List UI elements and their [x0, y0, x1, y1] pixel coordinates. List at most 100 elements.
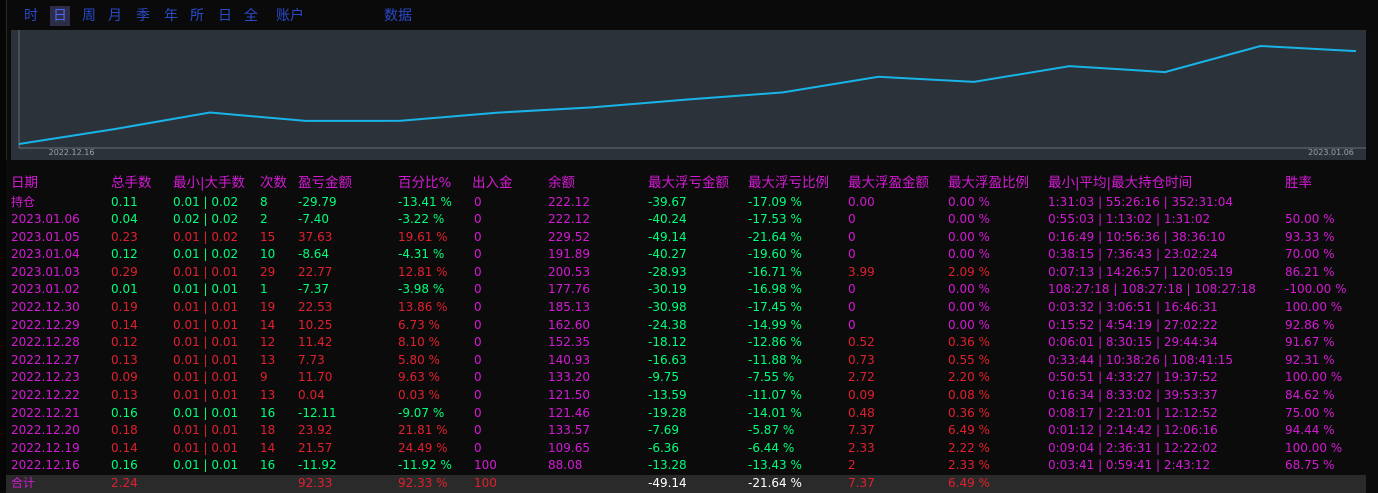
cell-win: 50.00 %: [1285, 212, 1335, 226]
cell-pct: -9.07 %: [398, 405, 445, 420]
cell-pnl: 11.42: [298, 335, 333, 350]
cell-pct: 5.80 %: [398, 352, 440, 367]
tab-month[interactable]: 月: [108, 6, 122, 26]
header-max-float-profit-ratio: 最大浮盈比例: [948, 175, 1029, 191]
table-row[interactable]: 2022.12.29 0.14 0.01 | 0.01 14 10.25 6.73 % 0 1…: [6, 317, 1366, 335]
header-deposit-withdraw: 出入金: [472, 175, 513, 191]
tab-date[interactable]: 日: [218, 6, 232, 26]
tab-account[interactable]: 账户: [276, 6, 304, 26]
table-row[interactable]: 2023.01.05 0.23 0.01 | 0.02 15 37.63 19.61 % 0…: [6, 229, 1366, 247]
cell-pct: 6.73 %: [398, 317, 440, 332]
tab-all-accounts[interactable]: 所: [190, 6, 204, 26]
table-row[interactable]: 2023.01.04 0.12 0.01 | 0.02 10 -8.64 -4.31 % 0…: [6, 246, 1366, 264]
cell-pnl: -29.79: [298, 194, 337, 209]
cell-maxfpp: 2.33 %: [948, 458, 990, 473]
cell-maxfpp: 0.36 %: [948, 335, 990, 350]
cell-io: 0: [474, 352, 482, 367]
header-max-float-loss-ratio: 最大浮亏比例: [748, 175, 829, 191]
table-row[interactable]: 2022.12.27 0.13 0.01 | 0.01 13 7.73 5.80 % 0 14…: [6, 352, 1366, 370]
right-edge: [1366, 30, 1378, 491]
cell-pnl: 10.25: [298, 317, 333, 332]
cell-maxddp: -5.87 %: [748, 423, 795, 438]
cell-maxfpp: 0.08 %: [948, 388, 990, 402]
table-row[interactable]: 2022.12.30 0.19 0.01 | 0.01 19 22.53 13.86 % 0…: [6, 299, 1366, 317]
cell-maxddp: -11.07 %: [748, 388, 802, 402]
cell-maxdd: -28.93: [648, 264, 687, 279]
cell-maxfp: 2.33: [848, 440, 875, 455]
cell-maxdd: -39.67: [648, 194, 687, 209]
cell-date: 2022.12.20: [11, 423, 80, 438]
cell-pnl: 11.70: [298, 370, 333, 385]
cell-date: 2023.01.06: [11, 212, 80, 226]
cell-maxdd: -19.28: [648, 405, 687, 420]
table-row-holding[interactable]: 持仓 0.11 0.01 | 0.02 8 -29.79 -13.41 % 0 …: [6, 194, 1366, 212]
cell-time: 0:08:17 | 2:21:01 | 12:12:52: [1048, 405, 1218, 420]
cell-pct: 19.61 %: [398, 229, 448, 244]
cell-maxddp: -17.09 %: [748, 194, 802, 209]
table-row[interactable]: 2023.01.02 0.01 0.01 | 0.01 1 -7.37 -3.98 % 0 1…: [6, 281, 1366, 299]
cell-maxfpp: 0.00 %: [948, 194, 990, 209]
cell-maxddp: -11.88 %: [748, 352, 802, 367]
tab-all[interactable]: 全: [244, 6, 258, 26]
cell-io: 0: [474, 423, 482, 438]
cell-pnl: -12.11: [298, 405, 337, 420]
cell-date: 2022.12.19: [11, 440, 80, 455]
cell-time: 0:16:34 | 8:33:02 | 39:53:37: [1048, 388, 1218, 402]
cell-lots: 0.29: [111, 264, 138, 279]
table-row[interactable]: 2022.12.23 0.09 0.01 | 0.01 9 11.70 9.63 % 0 13…: [6, 369, 1366, 387]
cell-maxfp: 0: [848, 229, 856, 244]
header-win-rate: 胜率: [1285, 175, 1312, 191]
cell-minmax: 0.01 | 0.01: [173, 282, 239, 297]
cell-bal: 121.46: [548, 405, 590, 420]
cell-io: 0: [474, 194, 482, 209]
header-count: 次数: [260, 175, 287, 191]
cell-lots: 0.16: [111, 405, 138, 420]
cell-maxdd: -30.98: [648, 300, 687, 314]
table-row[interactable]: 2022.12.28 0.12 0.01 | 0.01 12 11.42 8.10 % 0 1…: [6, 334, 1366, 352]
tab-year[interactable]: 年: [164, 6, 178, 26]
cell-lots: 0.12: [111, 247, 138, 262]
table-row[interactable]: 2022.12.20 0.18 0.01 | 0.01 18 23.92 21.81 % 0…: [6, 422, 1366, 440]
cell-io: 0: [474, 317, 482, 332]
cell-pnl: 23.92: [298, 423, 333, 438]
cell-count: 9: [260, 370, 268, 385]
cell-maxfpp: 2.09 %: [948, 264, 990, 279]
table-row[interactable]: 2022.12.19 0.14 0.01 | 0.01 14 21.57 24.49 % 0…: [6, 440, 1366, 458]
cell-time: 0:07:13 | 14:26:57 | 120:05:19: [1048, 264, 1234, 279]
tab-day[interactable]: 日: [50, 6, 70, 26]
cell-time: 0:03:32 | 3:06:51 | 16:46:31: [1048, 300, 1218, 314]
cell-lots: 0.13: [111, 352, 138, 367]
cell-minmax: 0.01 | 0.01: [173, 335, 239, 350]
cell-io: 100: [474, 458, 497, 473]
cell-lots: 0.16: [111, 458, 138, 473]
balance-chart-svg: 2022.12.16 2023.01.06: [18, 30, 1366, 157]
cell-maxdd: -18.12: [648, 335, 687, 350]
cell-count: 1: [260, 282, 268, 297]
cell-pnl: 22.53: [298, 300, 333, 314]
cell-maxfpp: 0.55 %: [948, 352, 990, 367]
cell-date: 2022.12.28: [11, 335, 80, 350]
table-row[interactable]: 2022.12.22 0.13 0.01 | 0.01 13 0.04 0.03 % 0 12…: [6, 387, 1366, 405]
tab-hour[interactable]: 时: [24, 6, 38, 26]
cell-maxfpp: 0.00 %: [948, 300, 990, 314]
table-row-total[interactable]: 合计 2.24 92.33 92.33 % 100 -49.14 -21.64 …: [6, 475, 1366, 493]
tab-data[interactable]: 数据: [384, 6, 412, 26]
cell-lots: 0.09: [111, 370, 138, 385]
tab-quarter[interactable]: 季: [136, 6, 150, 26]
cell-time: 0:15:52 | 4:54:19 | 27:02:22: [1048, 317, 1218, 332]
cell-minmax: 0.01 | 0.01: [173, 300, 239, 314]
table-row[interactable]: 2022.12.21 0.16 0.01 | 0.01 16 -12.11 -9.07 %…: [6, 405, 1366, 423]
cell-maxfp: 2.72: [848, 370, 875, 385]
cell-maxddp: -14.01 %: [748, 405, 802, 420]
table-row[interactable]: 2023.01.03 0.29 0.01 | 0.01 29 22.77 12.81 % 0…: [6, 264, 1366, 282]
table-row[interactable]: 2023.01.06 0.04 0.02 | 0.02 2 -7.40 -3.22 % 0 2…: [6, 211, 1366, 229]
cell-date: 2022.12.21: [11, 405, 80, 420]
tab-week[interactable]: 周: [82, 6, 96, 26]
cell-pct: 8.10 %: [398, 335, 440, 350]
table-row[interactable]: 2022.12.16 0.16 0.01 | 0.01 16 -11.92 -11.92 …: [6, 457, 1366, 475]
cell-win: 100.00 %: [1285, 300, 1343, 314]
cell-time: 0:55:03 | 1:13:02 | 1:31:02: [1048, 212, 1211, 226]
cell-time: 1:31:03 | 55:26:16 | 352:31:04: [1048, 194, 1234, 209]
cell-lots: 0.04: [111, 212, 138, 226]
cell-date: 2022.12.23: [11, 370, 80, 385]
